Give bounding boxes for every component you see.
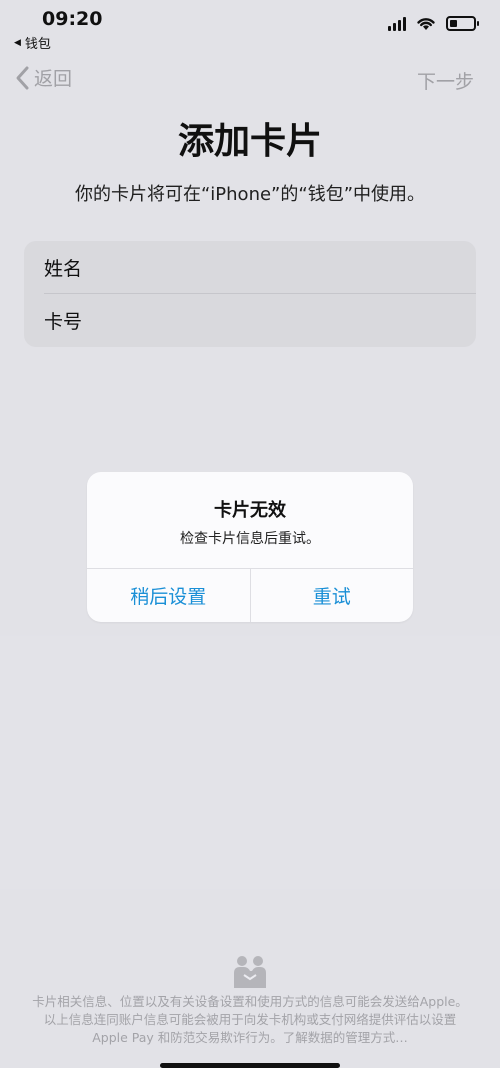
back-button-label: 返回 (34, 68, 73, 90)
invalid-card-alert: 卡片无效 检查卡片信息后重试。 稍后设置 重试 (87, 472, 413, 622)
next-button[interactable]: 下一步 (417, 67, 474, 94)
privacy-notice: 卡片相关信息、位置以及有关设备设置和使用方式的信息可能会发送给Apple。以上信… (32, 994, 468, 1045)
card-form: 姓名 卡号 (24, 241, 476, 347)
status-icons (388, 16, 479, 31)
back-app-label: 钱包 (24, 37, 51, 52)
card-number-field-label: 卡号 (44, 311, 83, 333)
back-to-app-link[interactable]: ◀ 钱包 (14, 33, 51, 52)
alert-message: 检查卡片信息后重试。 (180, 531, 320, 547)
page-title: 添加卡片 (177, 121, 322, 162)
page-subtitle: 你的卡片将可在“iPhone”的“钱包”中使用。 (74, 184, 426, 205)
home-indicator (160, 1063, 340, 1068)
set-up-later-button[interactable]: 稍后设置 (87, 569, 251, 622)
battery-fill (450, 20, 457, 27)
chevron-left-icon (16, 66, 29, 89)
retry-button[interactable]: 重试 (251, 569, 414, 622)
wifi-icon (417, 18, 435, 30)
alert-buttons: 稍后设置 重试 (87, 568, 413, 622)
status-bar: 09:20 ◀ 钱包 (0, 0, 500, 54)
card-number-field[interactable]: 卡号 (24, 294, 476, 347)
privacy-handshake-icon (234, 956, 266, 988)
battery-icon (446, 16, 479, 31)
status-time: 09:20 (42, 8, 103, 30)
back-button[interactable]: 返回 (14, 64, 72, 91)
triangle-left-icon: ◀ (14, 37, 21, 48)
cellular-signal-icon (388, 16, 406, 31)
alert-title: 卡片无效 (214, 500, 286, 521)
name-field[interactable]: 姓名 (24, 241, 476, 294)
name-field-label: 姓名 (44, 258, 83, 280)
